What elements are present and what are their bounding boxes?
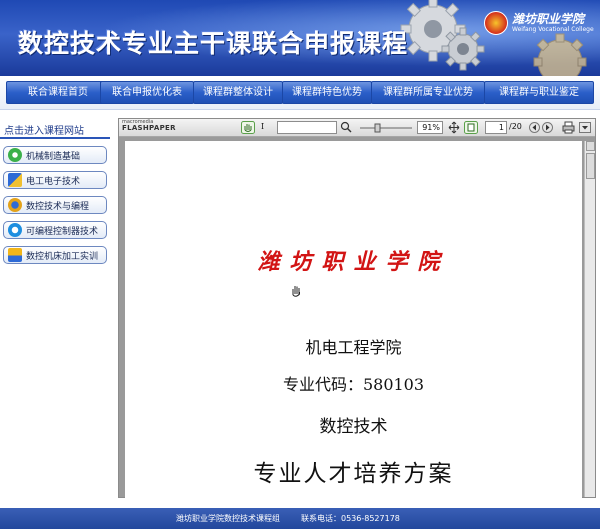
prev-page-icon[interactable] bbox=[529, 121, 540, 134]
document-major-code: 专业代码：580103 bbox=[282, 375, 425, 394]
vertical-scrollbar[interactable] bbox=[584, 141, 595, 497]
sidebar-item-mechanical[interactable]: 机械制造基础 bbox=[3, 146, 107, 164]
document-page[interactable]: 潍坊职业学院 机电工程学院 专业代码：580103 数控技术 专业人才培养方案 bbox=[125, 141, 582, 501]
gear-graphic-small-icon bbox=[441, 27, 485, 71]
sidebar-item-label: 数控技术与编程 bbox=[26, 201, 90, 212]
document-school-name: 潍坊职业学院 bbox=[257, 249, 450, 275]
hand-cursor-icon bbox=[292, 286, 300, 297]
flashpaper-logo: macromedia FLASHPAPER bbox=[122, 119, 176, 132]
sidebar: 点击进入课程网站 机械制造基础 电工电子技术 数控技术与编程 可编程控制器技术 … bbox=[0, 118, 112, 498]
search-icon[interactable] bbox=[340, 121, 352, 134]
college-logo: 潍坊职业学院 Weifang Vocational College bbox=[484, 10, 596, 36]
sidebar-item-label: 电工电子技术 bbox=[26, 176, 81, 187]
viewer-toolbar: macromedia FLASHPAPER I 91% 1 /20 bbox=[119, 119, 595, 137]
scroll-thumb[interactable] bbox=[586, 153, 595, 179]
main-nav: 联合课程首页 联合申报优化表 课程群整体设计 课程群特色优势 课程群所属专业优势… bbox=[0, 76, 600, 110]
sidebar-item-cnc-programming[interactable]: 数控技术与编程 bbox=[3, 196, 107, 214]
circuit-icon bbox=[8, 173, 22, 187]
nav-item-home[interactable]: 联合课程首页 bbox=[6, 81, 110, 104]
page-title: 数控技术专业主干课联合申报课程 bbox=[18, 29, 409, 58]
controller-icon bbox=[8, 223, 22, 237]
page-number-input[interactable]: 1 bbox=[485, 121, 507, 134]
footer-organization: 潍坊职业学院数控技术课程组 bbox=[176, 514, 280, 523]
text-select-tool-icon[interactable]: I bbox=[261, 122, 264, 131]
college-name-cn: 潍坊职业学院 bbox=[512, 12, 585, 26]
gear-icon bbox=[8, 148, 22, 162]
move-arrows-icon[interactable] bbox=[448, 121, 460, 134]
sidebar-divider bbox=[0, 137, 110, 139]
nav-item-major-advantage[interactable]: 课程群所属专业优势 bbox=[371, 81, 485, 104]
nav-item-certification[interactable]: 课程群与职业鉴定 bbox=[484, 81, 594, 104]
footer: 潍坊职业学院数控技术课程组 联系电话：0536-8527178 bbox=[0, 508, 600, 529]
zoom-slider[interactable] bbox=[358, 121, 414, 134]
flashpaper-viewer: macromedia FLASHPAPER I 91% 1 /20 潍坊职业学院… bbox=[118, 118, 596, 501]
sidebar-item-label: 机械制造基础 bbox=[26, 151, 81, 162]
nav-item-application[interactable]: 联合申报优化表 bbox=[100, 81, 194, 104]
machine-icon bbox=[8, 198, 22, 212]
lathe-icon bbox=[8, 248, 22, 262]
page-total: /20 bbox=[509, 122, 522, 131]
nav-item-design[interactable]: 课程群整体设计 bbox=[193, 81, 283, 104]
sidebar-item-label: 数控机床加工实训 bbox=[26, 251, 99, 262]
nav-item-features[interactable]: 课程群特色优势 bbox=[282, 81, 372, 104]
hand-tool-icon[interactable] bbox=[241, 121, 255, 134]
document-plan-title: 专业人才培养方案 bbox=[253, 461, 454, 487]
sidebar-item-plc[interactable]: 可编程控制器技术 bbox=[3, 221, 107, 239]
college-seal-icon bbox=[484, 11, 508, 35]
fit-page-icon[interactable] bbox=[464, 121, 478, 134]
menu-icon[interactable] bbox=[579, 121, 591, 134]
search-input[interactable] bbox=[277, 121, 337, 134]
college-name-en: Weifang Vocational College bbox=[512, 26, 594, 33]
header-banner: 数控技术专业主干课联合申报课程 潍坊职业学院 Weifang Vocationa… bbox=[0, 0, 600, 76]
print-icon[interactable] bbox=[562, 121, 575, 134]
zoom-level[interactable]: 91% bbox=[417, 121, 443, 134]
document-department: 机电工程学院 bbox=[305, 338, 402, 357]
sidebar-item-electrical[interactable]: 电工电子技术 bbox=[3, 171, 107, 189]
next-page-icon[interactable] bbox=[542, 121, 553, 134]
footer-phone: 联系电话：0536-8527178 bbox=[301, 514, 400, 523]
sidebar-title: 点击进入课程网站 bbox=[4, 126, 84, 137]
document-major: 数控技术 bbox=[319, 417, 388, 437]
scroll-up-button[interactable] bbox=[586, 141, 595, 151]
sidebar-item-label: 可编程控制器技术 bbox=[26, 226, 99, 237]
sidebar-item-cnc-training[interactable]: 数控机床加工实训 bbox=[3, 246, 107, 264]
